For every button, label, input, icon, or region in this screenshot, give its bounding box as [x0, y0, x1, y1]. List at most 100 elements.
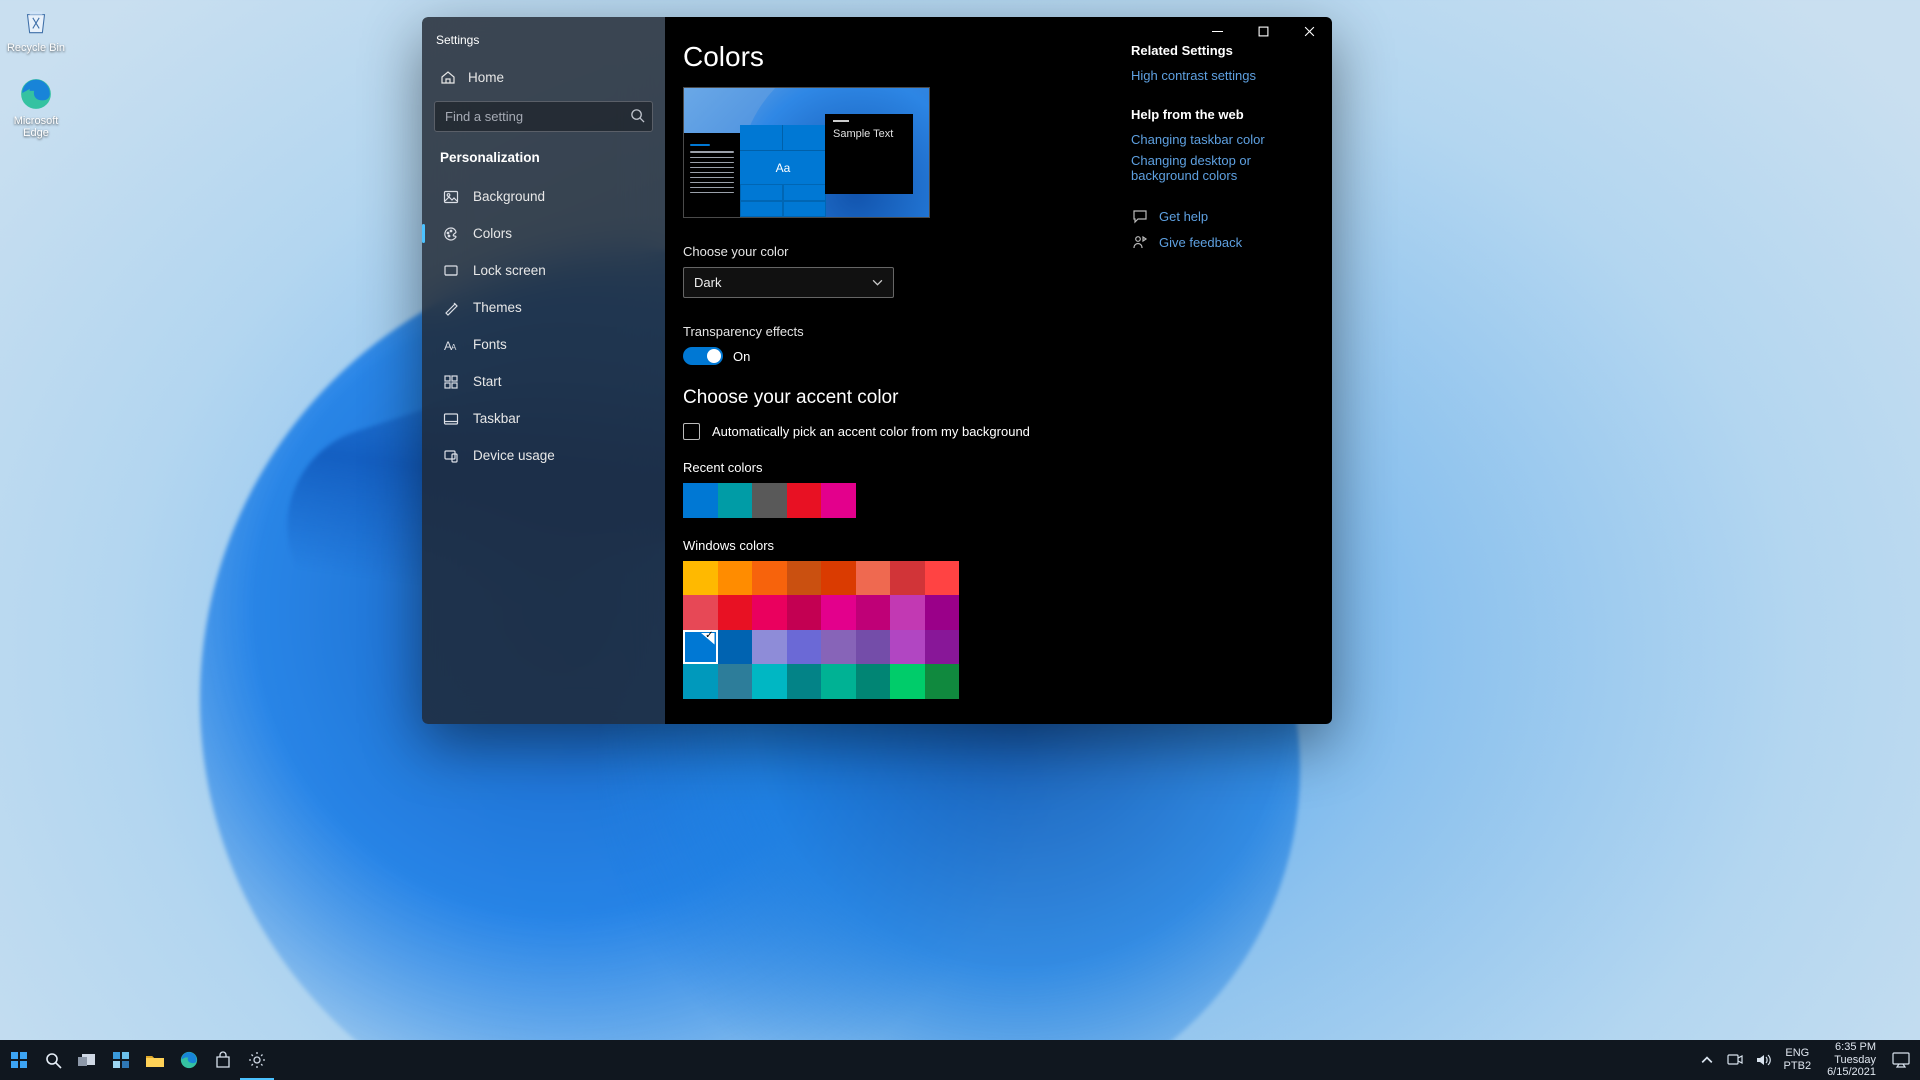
settings-taskbar-button[interactable] — [240, 1040, 274, 1080]
color-swatch[interactable] — [787, 561, 822, 596]
tray-overflow-button[interactable] — [1694, 1040, 1720, 1080]
color-swatch[interactable] — [856, 595, 891, 630]
color-swatch[interactable] — [821, 561, 856, 596]
color-swatch[interactable] — [890, 561, 925, 596]
accent-heading: Choose your accent color — [683, 387, 1111, 409]
window-controls — [1194, 17, 1332, 45]
store-button[interactable] — [206, 1040, 240, 1080]
sidebar-item-lock-screen[interactable]: Lock screen — [430, 253, 657, 288]
color-swatch[interactable] — [925, 561, 960, 596]
color-swatch[interactable] — [821, 595, 856, 630]
desktop-icon-label: Recycle Bin — [7, 42, 65, 55]
taskbar-right: ENG PTB2 6:35 PM Tuesday 6/15/2021 — [1694, 1040, 1920, 1080]
color-swatch[interactable] — [718, 664, 753, 699]
preview-tiles: Aa — [740, 125, 826, 217]
sidebar-item-colors[interactable]: Colors — [430, 216, 657, 251]
color-swatch[interactable] — [890, 595, 925, 630]
settings-aside: Related Settings High contrast settings … — [1129, 17, 1332, 724]
sidebar-section-head: Personalization — [430, 142, 657, 179]
color-swatch[interactable] — [890, 630, 925, 665]
color-swatch[interactable] — [683, 664, 718, 699]
sidebar-item-taskbar[interactable]: Taskbar — [430, 401, 657, 436]
transparency-toggle[interactable] — [683, 347, 723, 365]
widgets-button[interactable] — [104, 1040, 138, 1080]
home-icon — [440, 69, 456, 85]
color-swatch[interactable] — [683, 630, 718, 665]
color-swatch[interactable] — [752, 595, 787, 630]
color-swatch[interactable] — [787, 664, 822, 699]
action-center-button[interactable] — [1886, 1040, 1916, 1080]
color-swatch[interactable] — [787, 630, 822, 665]
tray-lang-top: ENG — [1785, 1047, 1809, 1060]
color-swatch[interactable] — [718, 561, 753, 596]
color-swatch[interactable] — [821, 630, 856, 665]
start-button[interactable] — [2, 1040, 36, 1080]
sidebar-item-themes[interactable]: Themes — [430, 290, 657, 325]
search-icon — [630, 108, 645, 123]
link-taskbar-color[interactable]: Changing taskbar color — [1131, 132, 1316, 147]
color-swatch[interactable] — [787, 483, 822, 518]
sidebar-item-background[interactable]: Background — [430, 179, 657, 214]
color-swatch[interactable] — [718, 483, 753, 518]
nav-home[interactable]: Home — [430, 59, 657, 95]
titlebar: Settings — [430, 27, 657, 53]
color-swatch[interactable] — [787, 595, 822, 630]
color-swatch[interactable] — [856, 561, 891, 596]
settings-window: Settings Home Personalization Background… — [422, 17, 1332, 724]
tray-clock[interactable]: 6:35 PM Tuesday 6/15/2021 — [1819, 1041, 1884, 1079]
task-view-button[interactable] — [70, 1040, 104, 1080]
color-swatch[interactable] — [718, 630, 753, 665]
sidebar-item-fonts[interactable]: AAFonts — [430, 327, 657, 362]
chevron-down-icon — [872, 277, 883, 288]
color-swatch[interactable] — [890, 664, 925, 699]
color-swatch[interactable] — [925, 664, 960, 699]
tray-language[interactable]: ENG PTB2 — [1778, 1047, 1818, 1072]
color-swatch[interactable] — [752, 483, 787, 518]
color-swatch[interactable] — [683, 595, 718, 630]
sidebar-item-label: Lock screen — [473, 263, 546, 278]
color-swatch[interactable] — [683, 561, 718, 596]
link-desktop-colors[interactable]: Changing desktop or background colors — [1131, 153, 1316, 183]
tray-meet-now-icon[interactable] — [1722, 1040, 1748, 1080]
maximize-button[interactable] — [1240, 17, 1286, 45]
auto-accent-checkbox[interactable] — [683, 423, 700, 440]
color-swatch[interactable] — [925, 595, 960, 630]
color-swatch[interactable] — [821, 483, 856, 518]
color-swatch[interactable] — [683, 483, 718, 518]
transparency-state: On — [733, 349, 750, 364]
tray-volume-icon[interactable] — [1750, 1040, 1776, 1080]
color-swatch[interactable] — [925, 630, 960, 665]
sidebar-item-start[interactable]: Start — [430, 364, 657, 399]
sidebar-item-label: Colors — [473, 226, 512, 241]
start-icon — [442, 373, 459, 390]
desktop-icons: Recycle Bin Microsoft Edge — [6, 4, 66, 140]
color-swatch[interactable] — [752, 561, 787, 596]
desktop-icon-recycle-bin[interactable]: Recycle Bin — [6, 4, 66, 55]
sidebar-item-label: Start — [473, 374, 502, 389]
color-swatch[interactable] — [752, 630, 787, 665]
link-high-contrast[interactable]: High contrast settings — [1131, 68, 1316, 83]
choose-color-value: Dark — [694, 275, 721, 290]
color-swatch[interactable] — [856, 664, 891, 699]
link-get-help[interactable]: Get help — [1159, 209, 1208, 224]
close-button[interactable] — [1286, 17, 1332, 45]
windows-colors-label: Windows colors — [683, 538, 1111, 553]
page-title: Colors — [683, 41, 1111, 73]
taskbar-search-button[interactable] — [36, 1040, 70, 1080]
help-web-head: Help from the web — [1131, 107, 1316, 122]
color-swatch[interactable] — [752, 664, 787, 699]
search-input[interactable] — [434, 101, 653, 132]
color-swatch[interactable] — [718, 595, 753, 630]
minimize-button[interactable] — [1194, 17, 1240, 45]
edge-taskbar-button[interactable] — [172, 1040, 206, 1080]
sidebar-item-device-usage[interactable]: Device usage — [430, 438, 657, 473]
edge-icon — [19, 77, 53, 111]
color-swatch[interactable] — [856, 630, 891, 665]
file-explorer-button[interactable] — [138, 1040, 172, 1080]
desktop-icon-edge[interactable]: Microsoft Edge — [6, 77, 66, 140]
fonts-icon: AA — [442, 336, 459, 353]
nav-home-label: Home — [468, 70, 504, 85]
color-swatch[interactable] — [821, 664, 856, 699]
link-give-feedback[interactable]: Give feedback — [1159, 235, 1242, 250]
choose-color-select[interactable]: Dark — [683, 267, 894, 298]
